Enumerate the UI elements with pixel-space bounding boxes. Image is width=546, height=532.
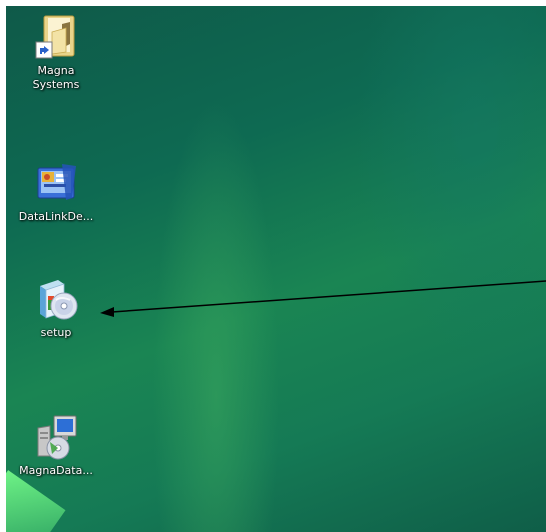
desktop-icon-label: MagnaData... <box>19 464 93 477</box>
desktop-icon-label: Magna Systems <box>32 64 80 91</box>
desktop-icon-magnadata[interactable]: MagnaData... <box>6 412 106 478</box>
desktop-icon-label: DataLinkDe... <box>18 210 94 223</box>
magnadata-installer-icon <box>37 415 77 460</box>
desktop-icon-datalink[interactable]: DataLinkDe... <box>6 158 106 224</box>
desktop-icon-label: setup <box>40 326 72 339</box>
desktop-wallpaper: Magna Systems DataLinkDe... setup MagnaD… <box>6 6 546 532</box>
folder-shortcut-icon <box>35 15 75 59</box>
desktop-icon-setup[interactable]: setup <box>6 274 106 340</box>
desktop-icon-magna-systems[interactable]: Magna Systems <box>6 12 106 92</box>
datalink-app-icon <box>37 164 76 200</box>
setup-installer-icon <box>40 280 78 320</box>
